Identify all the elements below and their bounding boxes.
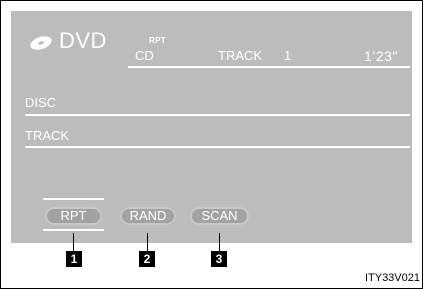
repeat-indicator: RPT [149, 36, 166, 45]
callout-pointer-3 [219, 233, 220, 251]
repeat-button[interactable]: RPT [45, 207, 102, 225]
elapsed-time: 1’23" [364, 48, 398, 64]
callout-pointer-1 [73, 233, 74, 251]
repeat-active-indicator-top [43, 198, 104, 200]
callout-3: 3 [211, 251, 227, 267]
figure-code: ITY33V021 [364, 272, 420, 284]
figure-frame: DVD RPT CD TRACK 1 1’23" DISC TRACK RPT … [0, 0, 423, 289]
track-info-line [25, 146, 410, 148]
media-label: CD [135, 48, 154, 63]
track-label: TRACK [218, 48, 263, 63]
disc-info-line [25, 114, 410, 116]
track-info-label: TRACK [25, 128, 70, 143]
source-label: DVD [59, 28, 107, 53]
header-underline [128, 66, 410, 68]
disc-icon [30, 36, 52, 50]
callout-pointer-2 [147, 233, 148, 251]
repeat-active-indicator-bottom [43, 229, 104, 231]
callout-2: 2 [139, 251, 155, 267]
scan-button[interactable]: SCAN [190, 207, 249, 225]
random-button[interactable]: RAND [120, 207, 176, 225]
disc-info-label: DISC [25, 95, 57, 110]
track-number: 1 [284, 48, 292, 63]
callout-1: 1 [66, 251, 82, 267]
audio-display-screen: DVD RPT CD TRACK 1 1’23" DISC TRACK RPT … [11, 11, 412, 243]
